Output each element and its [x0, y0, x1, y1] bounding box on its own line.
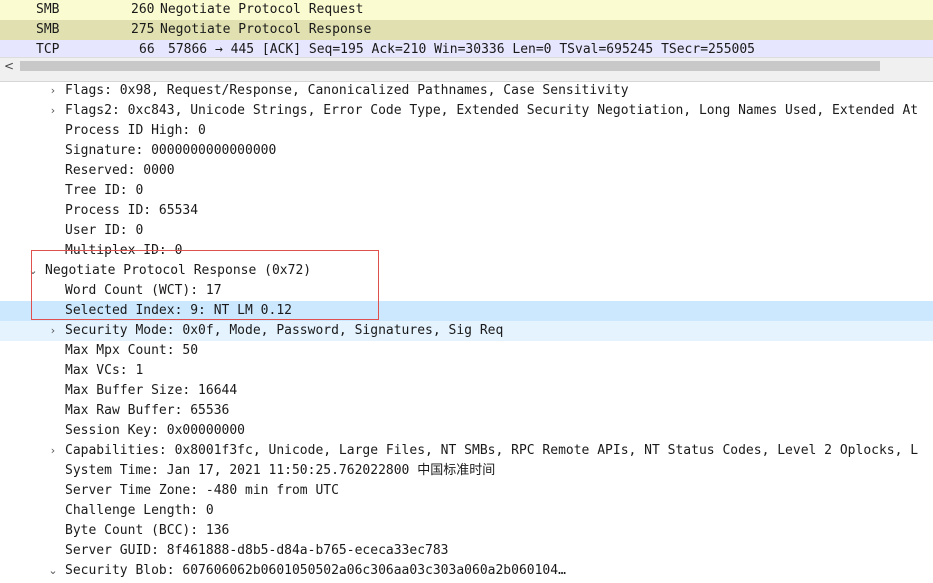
packet-length: 260: [131, 2, 155, 17]
tree-item[interactable]: ⌄ Negotiate Protocol Response (0x72): [0, 261, 933, 281]
tree-item[interactable]: Multiplex ID: 0: [0, 241, 933, 261]
tree-item[interactable]: Reserved: 0000: [0, 161, 933, 181]
tree-item-label: Word Count (WCT): 17: [65, 283, 222, 298]
tree-item[interactable]: Challenge Length: 0: [0, 501, 933, 521]
tree-item-label: Negotiate Protocol Response (0x72): [45, 263, 312, 278]
expand-chevron-icon[interactable]: ›: [47, 101, 59, 121]
tree-item-label: Byte Count (BCC): 136: [65, 523, 230, 538]
tree-item[interactable]: › Flags: 0x98, Request/Response, Canonica…: [0, 81, 933, 101]
tree-item-label: Multiplex ID: 0: [65, 243, 183, 258]
tree-item[interactable]: Server GUID: 8f461888-d8b5-d84a-b765-ece…: [0, 541, 933, 561]
tree-item-label: Session Key: 0x00000000: [65, 423, 246, 438]
tree-item[interactable]: Max Buffer Size: 16644: [0, 381, 933, 401]
tree-item-label: System Time: Jan 17, 2021 11:50:25.76202…: [65, 463, 496, 478]
tree-item-label: Process ID High: 0: [65, 123, 206, 138]
horizontal-scrollbar[interactable]: <: [0, 57, 933, 76]
expand-chevron-icon[interactable]: ›: [47, 441, 59, 461]
tree-item-label: Flags2: 0xc843, Unicode Strings, Error C…: [65, 103, 919, 118]
packet-info: Negotiate Protocol Request: [160, 2, 364, 17]
tree-item[interactable]: ⌄ Security Blob: 607606062b0601050502a06c…: [0, 561, 933, 581]
packet-row[interactable]: SMB 275 Negotiate Protocol Response: [0, 20, 933, 40]
tree-item-label: Tree ID: 0: [65, 183, 144, 198]
tree-item-label: Capabilities: 0x8001f3fc, Unicode, Large…: [65, 443, 919, 458]
scroll-left-icon[interactable]: <: [4, 58, 14, 74]
collapse-chevron-icon[interactable]: ⌄: [47, 561, 59, 581]
tree-item-label: Max Mpx Count: 50: [65, 343, 199, 358]
tree-item[interactable]: Max VCs: 1: [0, 361, 933, 381]
tree-item-label: User ID: 0: [65, 223, 144, 238]
tree-item-label: Server GUID: 8f461888-d8b5-d84a-b765-ece…: [65, 543, 449, 558]
packet-length: 275: [131, 22, 155, 37]
collapse-chevron-icon[interactable]: ⌄: [27, 261, 39, 281]
tree-item-label: Challenge Length: 0: [65, 503, 214, 518]
packet-row[interactable]: SMB 260 Negotiate Protocol Request: [0, 0, 933, 20]
tree-item-label: Flags: 0x98, Request/Response, Canonical…: [65, 83, 629, 98]
tree-item-label: Signature: 0000000000000000: [65, 143, 277, 158]
tree-item[interactable]: Tree ID: 0: [0, 181, 933, 201]
packet-protocol: SMB: [36, 2, 60, 17]
tree-item[interactable]: › Capabilities: 0x8001f3fc, Unicode, Larg…: [0, 441, 933, 461]
scrollbar-thumb[interactable]: [20, 61, 880, 71]
tree-item[interactable]: System Time: Jan 17, 2021 11:50:25.76202…: [0, 461, 933, 481]
tree-item-label: Server Time Zone: -480 min from UTC: [65, 483, 339, 498]
tree-item[interactable]: Server Time Zone: -480 min from UTC: [0, 481, 933, 501]
packet-protocol: SMB: [36, 22, 60, 37]
tree-item[interactable]: Signature: 0000000000000000: [0, 141, 933, 161]
tree-item[interactable]: Byte Count (BCC): 136: [0, 521, 933, 541]
tree-item[interactable]: › Flags2: 0xc843, Unicode Strings, Error …: [0, 101, 933, 121]
tree-item-label: Reserved: 0000: [65, 163, 175, 178]
tree-item[interactable]: Session Key: 0x00000000: [0, 421, 933, 441]
tree-item-label: Security Mode: 0x0f, Mode, Password, Sig…: [65, 323, 504, 338]
tree-item[interactable]: Max Raw Buffer: 65536: [0, 401, 933, 421]
tree-item[interactable]: User ID: 0: [0, 221, 933, 241]
packet-list: SMB 260 Negotiate Protocol Request SMB 275 Ne…: [0, 0, 933, 60]
packet-details-tree: › Flags: 0x98, Request/Response, Canonica…: [0, 81, 933, 583]
tree-item-label: Max Buffer Size: 16644: [65, 383, 238, 398]
tree-item-label: Max VCs: 1: [65, 363, 144, 378]
tree-item[interactable]: Max Mpx Count: 50: [0, 341, 933, 361]
expand-chevron-icon[interactable]: ›: [47, 321, 59, 341]
tree-item-label: Security Blob: 607606062b0601050502a06c3…: [65, 563, 566, 578]
tree-item-label: Max Raw Buffer: 65536: [65, 403, 230, 418]
expand-chevron-icon[interactable]: ›: [47, 81, 59, 101]
packet-info: Negotiate Protocol Response: [160, 22, 372, 37]
tree-item[interactable]: Process ID: 65534: [0, 201, 933, 221]
tree-item-label: Process ID: 65534: [65, 203, 199, 218]
tree-item[interactable]: Word Count (WCT): 17: [0, 281, 933, 301]
tree-item[interactable]: › Security Mode: 0x0f, Mode, Password, Si…: [0, 321, 933, 341]
tree-item-label: Selected Index: 9: NT LM 0.12: [65, 303, 292, 318]
tree-item[interactable]: Process ID High: 0: [0, 121, 933, 141]
tree-item[interactable]: Selected Index: 9: NT LM 0.12: [0, 301, 933, 321]
